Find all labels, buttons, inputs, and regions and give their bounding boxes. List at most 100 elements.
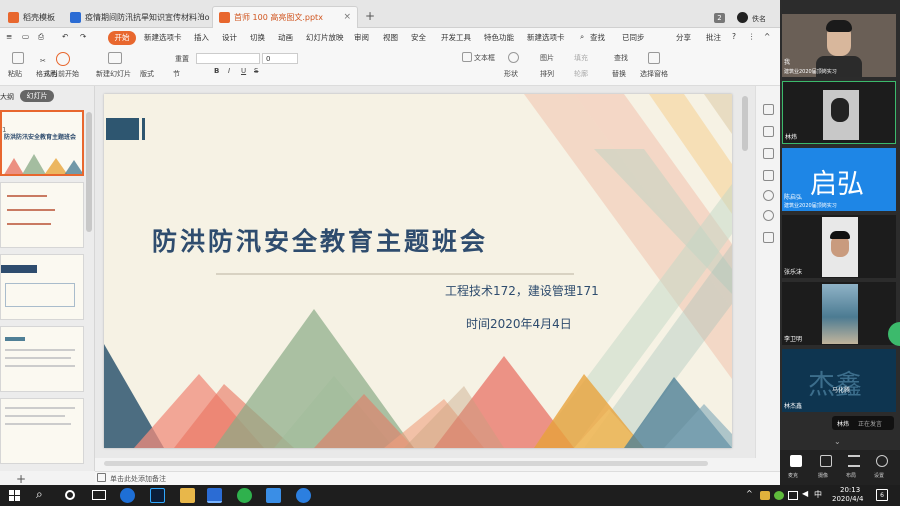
close-tab-icon[interactable]: × (343, 12, 351, 22)
windows-start-icon[interactable] (9, 490, 20, 501)
volume-icon[interactable]: ◀ (802, 489, 808, 498)
history-icon[interactable] (763, 190, 774, 201)
underline-button[interactable]: U (241, 67, 246, 75)
collapse-ribbon-icon[interactable]: ^ (764, 32, 770, 41)
participant-tile-zhangle[interactable]: 张乐沫 (782, 215, 896, 278)
slide-date[interactable]: 时间2020年4月4日 (466, 315, 572, 332)
outline-button[interactable]: 轮廓 (574, 69, 588, 79)
chevron-up-icon[interactable]: ^ (746, 489, 753, 498)
box-icon[interactable] (763, 232, 774, 243)
notification-icon[interactable]: 6 (876, 489, 888, 501)
new-slide-button[interactable]: 新建幻灯片 (96, 69, 131, 79)
vertical-scrollbar[interactable] (742, 96, 748, 151)
notes-bar[interactable]: 单击此处添加备注 (95, 471, 780, 485)
user-name[interactable]: 佚名 (752, 14, 766, 24)
fill-button[interactable]: 填充 (574, 53, 588, 63)
reset-button[interactable]: 重置 (175, 54, 189, 64)
tab-docer[interactable]: 稻壳模板 (2, 6, 62, 28)
menu-developer[interactable]: 开发工具 (441, 32, 471, 43)
paste-icon[interactable] (12, 52, 24, 64)
tab-outline[interactable]: 大纲 (0, 92, 14, 102)
export-icon[interactable] (763, 170, 774, 181)
wechat-icon[interactable] (237, 488, 252, 503)
ime-indicator[interactable]: 中 (814, 489, 822, 500)
print-icon[interactable]: ⎙ (38, 32, 44, 42)
menu-special[interactable]: 特色功能 (484, 32, 514, 43)
menu-share[interactable]: 分享 (676, 32, 691, 43)
replace-button[interactable]: 替换 (612, 69, 626, 79)
participant-tile-me[interactable]: 我 建筑业2020届顶岗实习 (782, 14, 896, 77)
clock-time[interactable]: 20:13 (840, 486, 860, 494)
menu-icon[interactable]: ≡ (6, 32, 12, 41)
participant-tile-linjiexin[interactable]: 杰鑫 马化腾 林杰鑫 (782, 349, 896, 412)
menu-transition[interactable]: 切换 (250, 32, 265, 43)
picture-button[interactable]: 图片 (540, 53, 554, 63)
arrange-button[interactable]: 排列 (540, 69, 554, 79)
paste-button[interactable]: 粘贴 (8, 69, 22, 79)
help-icon[interactable]: ? (732, 32, 736, 41)
pin-icon[interactable] (763, 104, 774, 115)
textbox-button[interactable]: 文本框 (474, 53, 495, 63)
cut-icon[interactable]: ✂ (40, 57, 46, 65)
select-pane-button[interactable]: 选择窗格 (640, 69, 668, 79)
photoshop-icon[interactable] (150, 488, 165, 503)
shape-button[interactable]: 形状 (504, 69, 518, 79)
settings-icon[interactable] (763, 148, 774, 159)
microphone-icon[interactable] (790, 455, 802, 467)
slide-thumbnail-3[interactable] (0, 254, 84, 320)
section-button[interactable]: 节 (173, 69, 180, 79)
layout-button[interactable]: 版式 (140, 69, 154, 79)
tray-icon[interactable] (760, 491, 770, 500)
menu-view[interactable]: 视图 (383, 32, 398, 43)
camera-icon[interactable] (820, 455, 832, 467)
tab-docx[interactable]: 疫情期间防汛抗旱知识宣传材料.docx × (64, 6, 210, 28)
undo-icon[interactable]: ↶ (62, 32, 68, 41)
horizontal-scrollbar[interactable] (104, 461, 708, 466)
new-tab-button[interactable]: + (365, 9, 375, 23)
thumb-scrollbar[interactable] (86, 112, 92, 232)
play-from-current-button[interactable]: 从当前开始 (44, 69, 79, 79)
select-pane-icon[interactable] (648, 52, 660, 64)
cortana-icon[interactable] (65, 490, 75, 500)
shape-icon[interactable] (508, 52, 519, 63)
add-slide-button[interactable]: + (16, 472, 26, 486)
tray-icon[interactable] (774, 491, 784, 500)
file-explorer-icon[interactable] (180, 488, 195, 503)
more-icon[interactable]: ⋮ (748, 32, 756, 41)
menu-design[interactable]: 设计 (222, 32, 237, 43)
slide-title[interactable]: 防洪防汛安全教育主题班会 (152, 222, 488, 258)
menu-new-tab-2[interactable]: 新建选项卡 (527, 32, 565, 43)
copy-icon[interactable] (763, 126, 774, 137)
italic-button[interactable]: I (228, 67, 230, 75)
participant-tile-chenqihong[interactable]: 启弘 陈启弘 建筑业2020届顶岗实习 (782, 148, 896, 211)
clock-date[interactable]: 2020/4/4 (832, 495, 863, 503)
redo-icon[interactable]: ↷ (80, 32, 86, 41)
dingtalk-icon[interactable] (296, 488, 311, 503)
strike-button[interactable]: S (254, 67, 258, 75)
slide-thumbnail-4[interactable] (0, 326, 84, 392)
menu-insert[interactable]: 插入 (194, 32, 209, 43)
notes-placeholder[interactable]: 单击此处添加备注 (110, 474, 166, 484)
menu-animation[interactable]: 动画 (278, 32, 293, 43)
slide-thumbnail-2[interactable] (0, 182, 84, 248)
slide-thumbnail-5[interactable] (0, 398, 84, 464)
tab-count-badge[interactable]: 2 (714, 13, 725, 23)
edge-icon[interactable] (120, 488, 135, 503)
find-button[interactable]: 查找 (614, 53, 628, 63)
slide-thumbnail-1[interactable]: 防洪防汛安全教育主题班会 (0, 110, 84, 176)
search-icon[interactable]: ⌕ (36, 487, 43, 502)
menu-sync[interactable]: 已同步 (622, 32, 645, 43)
menu-security[interactable]: 安全 (411, 32, 426, 43)
network-icon[interactable] (788, 491, 798, 500)
textbox-icon[interactable] (462, 52, 472, 62)
font-size-select[interactable]: 0 (262, 53, 298, 64)
play-icon[interactable] (56, 52, 70, 66)
file-icon[interactable]: ▭ (22, 32, 29, 41)
bold-button[interactable]: B (214, 67, 219, 75)
settings-icon[interactable] (876, 455, 888, 467)
chevron-down-icon[interactable]: ⌄ (834, 437, 841, 446)
user-avatar[interactable] (737, 12, 748, 23)
menu-slideshow[interactable]: 幻灯片放映 (306, 32, 344, 43)
tab-slides[interactable]: 幻灯片 (20, 90, 54, 102)
wps-icon[interactable] (207, 488, 222, 503)
